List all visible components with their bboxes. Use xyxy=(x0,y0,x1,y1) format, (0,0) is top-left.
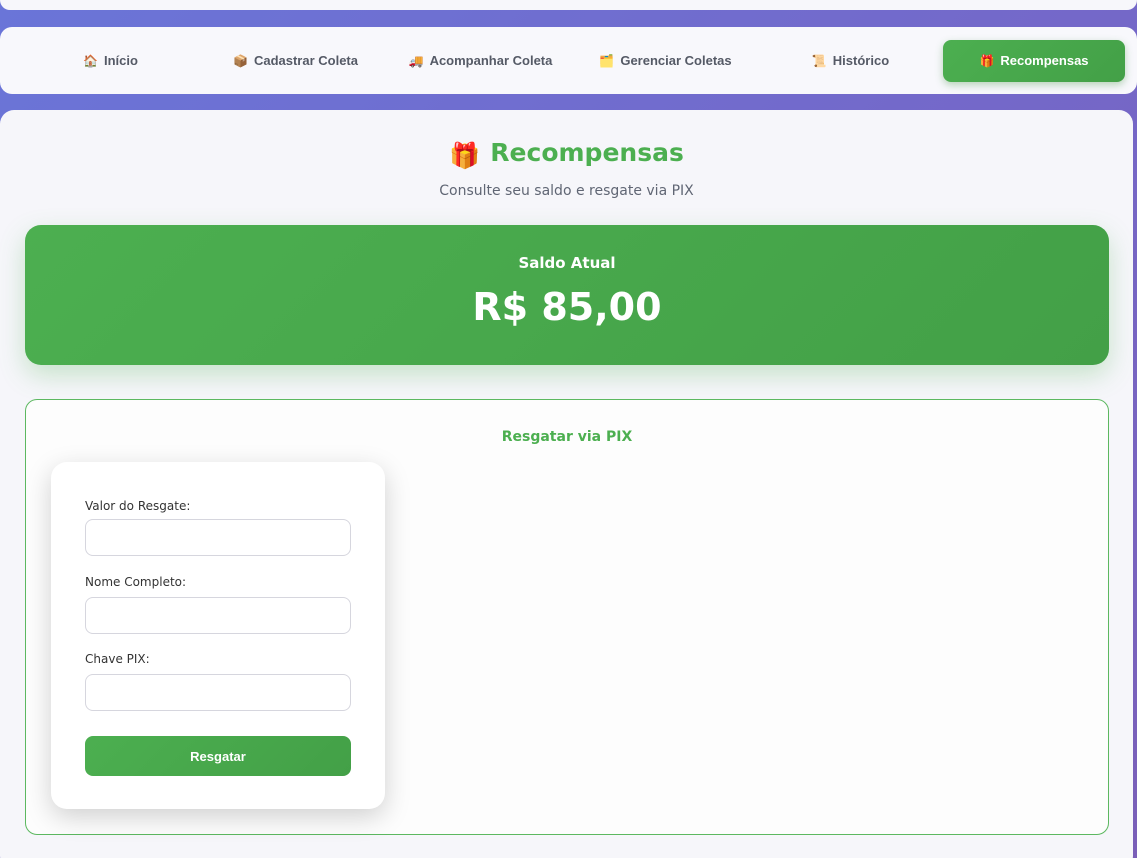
redeem-button[interactable]: Resgatar xyxy=(85,736,351,776)
amount-input[interactable] xyxy=(85,519,351,556)
nav-item-historico[interactable]: 📜 Histórico xyxy=(758,40,943,82)
pix-section-title: Resgatar via PIX xyxy=(501,429,633,445)
nav-item-label: Cadastrar Coleta xyxy=(253,53,358,68)
pix-redeem-section: Resgatar via PIX Valor do Resgate: Nome … xyxy=(25,399,1109,835)
amount-label: Valor do Resgate: xyxy=(85,499,191,513)
main-content: 🎁 Recompensas Consulte seu saldo e resgat… xyxy=(0,110,1133,858)
pix-key-label: Chave PIX: xyxy=(85,652,150,666)
nav-item-recompensas[interactable]: 🎁 Recompensas xyxy=(943,39,1125,82)
balance-label: Saldo Atual xyxy=(518,254,616,272)
page-title: 🎁 Recompensas xyxy=(0,138,1133,171)
truck-icon: 🚚 xyxy=(408,53,424,68)
package-icon: 📦 xyxy=(233,53,248,68)
page-subtitle: Consulte seu saldo e resgate via PIX xyxy=(439,183,694,199)
top-strip xyxy=(0,0,1137,10)
main-nav: 🏠 Início 📦 Cadastrar Coleta 🚚 Acompanhar… xyxy=(0,27,1137,94)
balance-value: R$ 85,00 xyxy=(472,285,662,329)
nav-item-label: Histórico xyxy=(832,53,890,68)
scroll-icon: 📜 xyxy=(811,53,827,68)
nav-item-inicio[interactable]: 🏠 Início xyxy=(18,40,203,82)
gift-icon: 🎁 xyxy=(449,141,481,170)
nav-item-cadastrar-coleta[interactable]: 📦 Cadastrar Coleta xyxy=(203,40,388,82)
redeem-form: Valor do Resgate: Nome Completo: Chave P… xyxy=(51,462,385,809)
gift-icon: 🎁 xyxy=(979,53,995,68)
pix-key-input[interactable] xyxy=(85,674,351,711)
home-icon: 🏠 xyxy=(83,53,98,68)
nav-item-label: Recompensas xyxy=(1000,53,1089,68)
full-name-label: Nome Completo: xyxy=(85,575,187,589)
nav-item-gerenciar-coletas[interactable]: 🗂️ Gerenciar Coletas xyxy=(573,40,758,82)
nav-item-label: Acompanhar Coleta xyxy=(429,53,553,68)
balance-card: Saldo Atual R$ 85,00 xyxy=(25,225,1109,365)
nav-item-acompanhar-coleta[interactable]: 🚚 Acompanhar Coleta xyxy=(388,40,573,82)
full-name-input[interactable] xyxy=(85,597,351,634)
nav-item-label: Gerenciar Coletas xyxy=(620,53,732,68)
folder-icon: 🗂️ xyxy=(599,53,615,68)
page-title-text: Recompensas xyxy=(490,138,684,167)
nav-item-label: Início xyxy=(104,53,138,68)
